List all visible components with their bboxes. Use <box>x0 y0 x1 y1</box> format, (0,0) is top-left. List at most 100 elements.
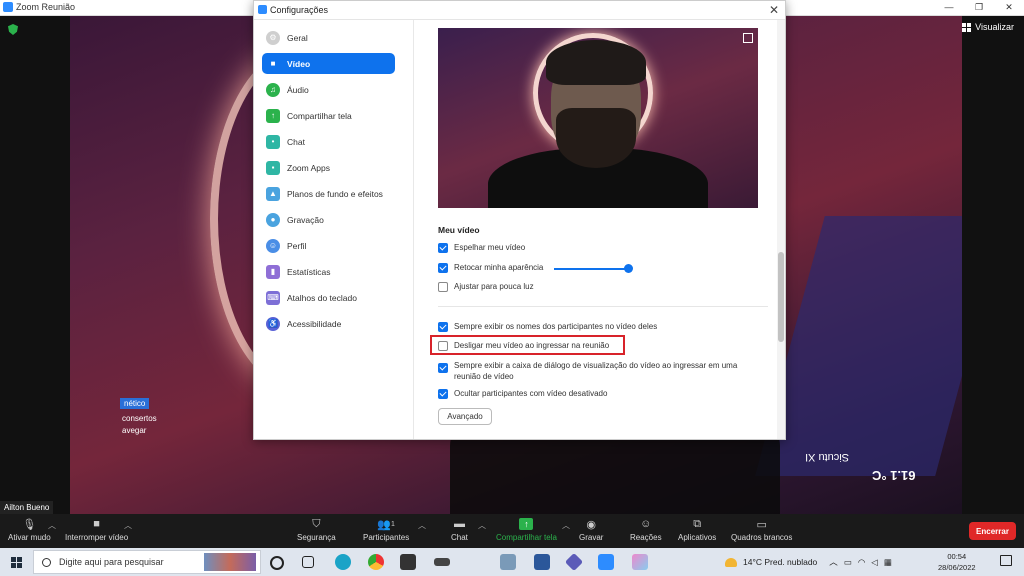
option-low-light[interactable]: Ajustar para pouca luz <box>438 282 534 292</box>
low-light-checkbox[interactable] <box>438 282 448 292</box>
taskbar-search[interactable]: Digite aqui para pesquisar <box>33 550 261 574</box>
participants-button[interactable]: 👥 1 Participantes <box>363 518 409 543</box>
overlay-label: nético <box>120 398 150 409</box>
meeting-toolbar: 🎙 Ativar mudo ︿ ■ Interromper vídeo ︿ ⛉ Seg… <box>0 514 1024 548</box>
view-button[interactable]: Visualizar <box>962 22 1014 32</box>
zoom-logo-icon <box>258 5 267 14</box>
word-icon[interactable] <box>534 554 550 570</box>
window-title: Zoom Reunião <box>16 2 76 12</box>
window-controls: — ❐ ✕ <box>934 0 1024 15</box>
option-show-names[interactable]: Sempre exibir os nomes dos participantes… <box>438 322 657 332</box>
notifications-icon[interactable] <box>1000 555 1012 566</box>
stop-video-button[interactable]: ■ Interromper vídeo <box>65 518 128 542</box>
dialog-close-button[interactable]: ✕ <box>769 3 779 17</box>
sidebar-item-statistics[interactable]: ▮ Estatísticas <box>262 261 395 282</box>
copy-icon[interactable] <box>743 33 753 43</box>
scrollbar-track[interactable] <box>777 20 785 439</box>
profile-icon: ☺ <box>266 238 280 253</box>
chevron-up-icon[interactable]: ︿ <box>829 556 838 568</box>
zoom-taskbar-icon[interactable] <box>598 554 614 570</box>
record-button[interactable]: ◉ Gravar <box>579 518 603 543</box>
sidebar-item-share-screen[interactable]: ↑ Compartilhar tela <box>262 105 395 126</box>
apps-button[interactable]: ⧉ Aplicativos <box>678 518 717 543</box>
end-meeting-button[interactable]: Encerrar <box>969 522 1016 540</box>
sidebar-item-profile[interactable]: ☺ Perfil <box>262 235 395 256</box>
sidebar-item-recording[interactable]: ● Gravação <box>262 209 395 230</box>
reactions-button[interactable]: ☺ Reações <box>630 518 662 542</box>
mute-button[interactable]: 🎙 Ativar mudo <box>8 518 51 543</box>
app-icon[interactable] <box>564 552 584 572</box>
chrome-icon[interactable] <box>368 554 384 570</box>
preview-headphones <box>546 40 646 85</box>
grid-view-icon <box>962 22 972 32</box>
touch-up-slider-knob[interactable] <box>624 264 633 273</box>
chevron-up-icon[interactable]: ︿ <box>124 520 132 531</box>
edge-icon[interactable] <box>335 554 351 570</box>
chat-button[interactable]: ▬ Chat <box>451 518 468 542</box>
divider <box>438 306 768 307</box>
sidebar-item-zoom-apps[interactable]: ▪ Zoom Apps <box>262 157 395 178</box>
volume-icon[interactable]: ◁ <box>871 557 878 568</box>
app-icon[interactable] <box>500 554 516 570</box>
wifi-icon[interactable]: ◠ <box>858 557 865 568</box>
task-view-icon[interactable] <box>302 556 314 568</box>
video-letterbox-left <box>0 16 70 514</box>
sidebar-item-label: Chat <box>287 136 305 147</box>
sidebar-item-audio[interactable]: ♫ Áudio <box>262 79 395 100</box>
chat-bubble-icon: ▬ <box>453 518 465 530</box>
statistics-icon: ▮ <box>266 264 280 279</box>
option-hide-nonvideo[interactable]: Ocultar participantes com vídeo desativa… <box>438 389 607 399</box>
option-preview-dialog[interactable]: Sempre exibir a caixa de diálogo de visu… <box>438 360 743 382</box>
mirror-checkbox[interactable] <box>438 243 448 253</box>
start-button[interactable] <box>0 548 32 576</box>
store-icon[interactable] <box>400 554 416 570</box>
show-names-checkbox[interactable] <box>438 322 448 332</box>
taskbar-clock[interactable]: 00:54 28/06/2022 <box>938 551 976 573</box>
share-screen-icon: ↑ <box>519 518 534 530</box>
language-icon[interactable]: ▦ <box>884 557 892 568</box>
touch-up-checkbox[interactable] <box>438 263 448 273</box>
network-icon[interactable]: ▭ <box>844 557 852 568</box>
close-window-button[interactable]: ✕ <box>994 0 1024 15</box>
whiteboard-icon: ▭ <box>756 518 767 531</box>
maximize-button[interactable]: ❐ <box>964 0 994 15</box>
chevron-up-icon[interactable]: ︿ <box>48 520 56 531</box>
share-screen-button[interactable]: ↑ Compartilhar tela <box>496 518 557 542</box>
whiteboards-button[interactable]: ▭ Quadros brancos <box>731 518 792 543</box>
chevron-up-icon[interactable]: ︿ <box>478 520 486 531</box>
option-touch-up[interactable]: Retocar minha aparência <box>438 263 543 273</box>
section-title: Meu vídeo <box>438 225 480 235</box>
cortana-icon[interactable] <box>270 556 284 570</box>
overlay-text: consertos <box>122 414 157 423</box>
sidebar-item-backgrounds[interactable]: ▲ Planos de fundo e efeitos <box>262 183 395 204</box>
sidebar-item-accessibility[interactable]: ♿ Acessibilidade <box>262 313 395 334</box>
sidebar-item-label: Vídeo <box>287 58 311 69</box>
turn-off-video-checkbox[interactable] <box>438 341 448 351</box>
preview-beard <box>556 108 636 168</box>
advanced-button[interactable]: Avançado <box>438 408 492 425</box>
option-mirror[interactable]: Espelhar meu vídeo <box>438 243 525 253</box>
security-button[interactable]: ⛉ Segurança <box>297 518 336 543</box>
security-label: Segurança <box>297 533 336 542</box>
hide-nonvideo-checkbox[interactable] <box>438 389 448 399</box>
minimize-button[interactable]: — <box>934 0 964 15</box>
sidebar-item-label: Compartilhar tela <box>287 110 352 121</box>
sidebar-item-chat[interactable]: • Chat <box>262 131 395 152</box>
preview-dialog-checkbox[interactable] <box>438 363 448 373</box>
option-turn-off-video[interactable]: Desligar meu vídeo ao ingressar na reuni… <box>438 341 609 351</box>
weather-text[interactable]: 14°C Pred. nublado <box>743 557 817 567</box>
chat-bubble-icon: • <box>266 134 280 149</box>
chevron-up-icon[interactable]: ︿ <box>562 520 570 531</box>
view-button-label: Visualizar <box>975 22 1014 32</box>
sidebar-item-geral[interactable]: ⚙ Geral <box>262 27 395 48</box>
paint-icon[interactable] <box>632 554 648 570</box>
sidebar-item-keyboard[interactable]: ⌨ Atalhos do teclado <box>262 287 395 308</box>
apps-label: Aplicativos <box>678 533 717 542</box>
touch-up-slider-track[interactable] <box>554 268 630 270</box>
chevron-up-icon[interactable]: ︿ <box>418 520 426 531</box>
app-icon[interactable] <box>434 558 450 566</box>
search-placeholder: Digite aqui para pesquisar <box>59 557 164 567</box>
sidebar-item-video[interactable]: ■ Vídeo <box>262 53 395 74</box>
keyboard-icon: ⌨ <box>266 290 280 305</box>
scrollbar-thumb[interactable] <box>778 252 784 342</box>
